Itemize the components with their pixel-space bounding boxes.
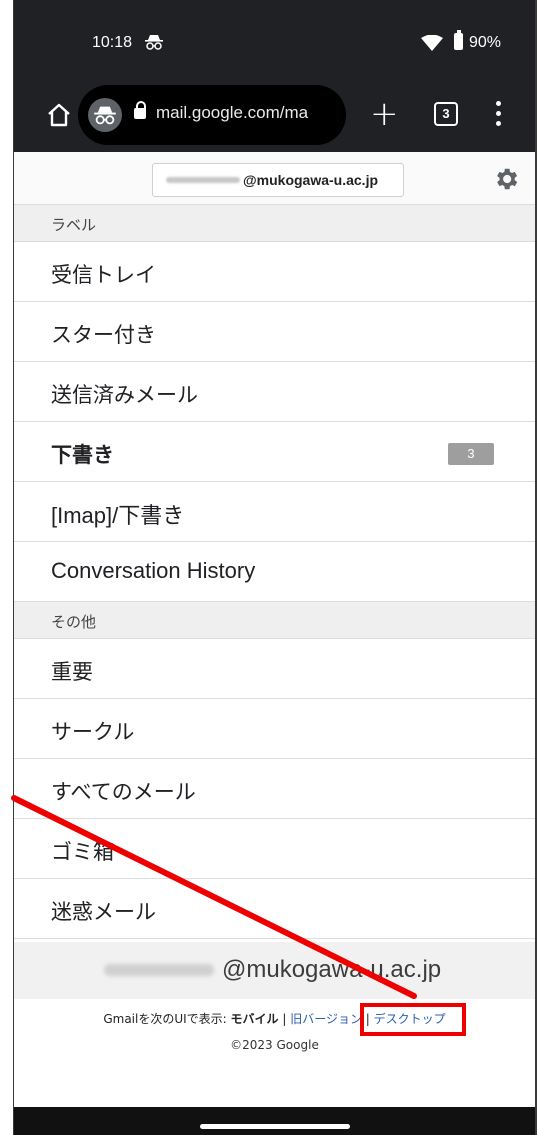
footer-email: @mukogawa-u.ac.jp [222,956,442,983]
label-item-text: サークル [51,720,135,744]
copyright: ©2023 Google [230,1038,319,1052]
unread-count-badge: 3 [448,443,494,465]
battery-icon [454,30,463,50]
redacted-username [166,177,240,183]
label-item-important[interactable]: 重要 [14,639,535,699]
other-section-title: その他 [51,613,97,631]
label-item-circles[interactable]: サークル [14,699,535,759]
account-header: @mukogawa-u.ac.jp [14,152,535,205]
tab-switcher-button[interactable]: 3 [434,102,458,126]
url-text: mail.google.com/ma [156,103,309,122]
status-time: 10:18 [92,34,133,51]
account-email: @mukogawa-u.ac.jp [243,172,379,188]
label-item-text: スター付き [51,323,156,347]
label-item-text: 迷惑メール [51,900,156,924]
label-item-imap-drafts[interactable]: [Imap]/下書き [14,482,535,542]
label-item-text: Conversation History [51,558,256,583]
lock-icon [134,101,146,119]
old-version-link[interactable]: 旧バージョン [290,1012,362,1026]
label-item-conversation-history[interactable]: Conversation History [14,542,535,602]
status-bar: 10:18 90% [14,0,535,78]
new-tab-button[interactable]: + [370,97,399,131]
label-item-text: [Imap]/下書き [51,503,185,528]
other-section-header: その他 [14,602,535,639]
incognito-icon [145,35,163,50]
home-gesture-handle[interactable] [200,1124,350,1129]
battery-percent: 90% [469,34,502,51]
label-item-text: 受信トレイ [51,263,156,287]
label-item-text: ゴミ箱 [51,840,114,864]
incognito-icon [94,106,116,125]
home-icon[interactable] [46,102,72,128]
system-nav-bar [14,1107,535,1135]
label-item-text: 送信済みメール [51,383,198,407]
incognito-badge [88,98,122,132]
view-prefix: Gmailを次のUIで表示: [103,1012,231,1026]
address-bar[interactable]: mail.google.com/ma [78,85,346,145]
label-item-text: 下書き [51,443,114,467]
phone-screen: 10:18 90% mail.google.com/ma + 3 @mukoga… [14,0,535,1135]
separator: | [278,1012,291,1026]
label-item-spam[interactable]: 迷惑メール [14,879,535,939]
label-item-starred[interactable]: スター付き [14,302,535,362]
label-item-sent[interactable]: 送信済みメール [14,362,535,422]
left-margin [0,0,14,1135]
footer-account: @mukogawa-u.ac.jp [14,942,535,999]
label-item-text: 重要 [51,660,93,684]
labels-section-header: ラベル [14,205,535,242]
gear-icon[interactable] [492,165,520,193]
labels-section-title: ラベル [51,216,97,234]
label-item-text: すべてのメール [51,780,196,804]
more-menu-icon[interactable] [496,101,502,129]
wifi-icon [421,35,443,51]
label-item-trash[interactable]: ゴミ箱 [14,819,535,879]
redacted-username [104,964,214,976]
annotation-highlight-box [360,1003,466,1036]
account-switcher[interactable]: @mukogawa-u.ac.jp [152,163,404,197]
browser-toolbar: mail.google.com/ma + 3 [14,78,535,152]
label-item-drafts[interactable]: 下書き 3 [14,422,535,482]
mobile-view-current: モバイル [230,1012,279,1026]
label-item-all-mail[interactable]: すべてのメール [14,759,535,819]
label-item-inbox[interactable]: 受信トレイ [14,242,535,302]
